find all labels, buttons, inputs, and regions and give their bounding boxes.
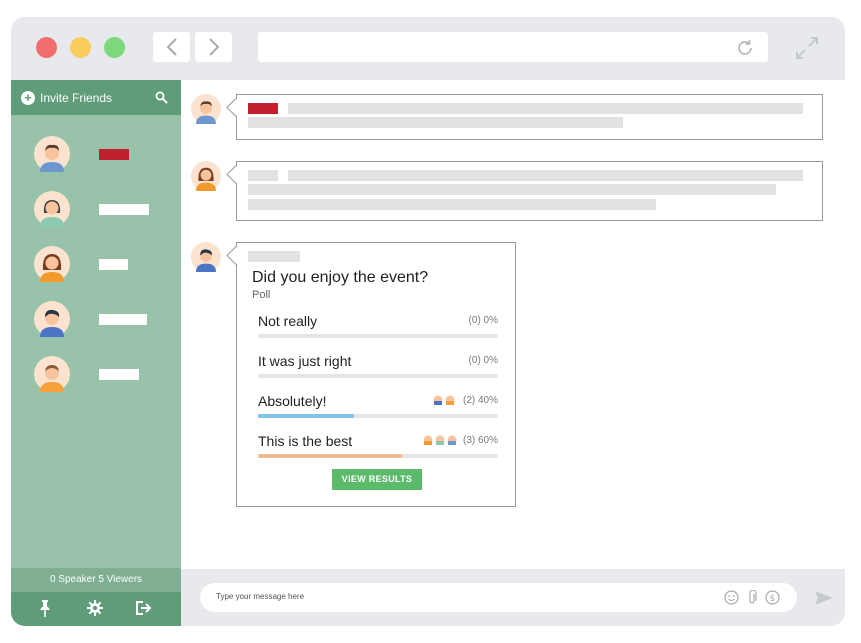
poll-progress-track [258,414,498,418]
zoom-window-button[interactable] [104,37,125,58]
expand-icon[interactable] [794,35,820,61]
poll-option[interactable]: It was just right (0) 0% [258,353,498,383]
gear-icon[interactable] [87,600,103,616]
participant-name [99,149,129,160]
avatar [191,161,221,191]
participant-row[interactable] [34,246,174,282]
chat-area: Did you enjoy the event? Poll Not really… [181,80,845,569]
poll-subtitle: Poll [252,289,271,301]
poll-option-label: Not really [258,313,318,329]
participant-row[interactable] [34,356,174,392]
viewer-count: 0 Speaker 5 Viewers [11,568,181,592]
send-icon[interactable] [814,590,834,606]
voter-avatars [423,435,457,445]
avatar [34,191,70,227]
view-results-button[interactable]: VIEW RESULTS [332,469,422,490]
address-bar[interactable] [258,32,768,62]
dollar-icon[interactable]: $ [765,590,780,605]
participant-name [99,259,128,270]
poll-option-label: Absolutely! [258,393,327,409]
sidebar-toolbar [11,592,181,626]
chat-message [226,161,823,221]
message-line [288,170,803,181]
sender-name [248,170,278,181]
search-icon[interactable] [155,91,168,104]
emoji-icon[interactable] [724,590,739,605]
message-line [248,184,776,195]
poll-option-stat: (0) 0% [468,355,498,366]
invite-friends-bar[interactable]: + Invite Friends [11,80,181,115]
avatar [191,94,221,124]
pin-icon[interactable] [39,600,51,617]
message-composer: Type your message here $ [181,569,845,626]
plus-icon: + [21,91,35,105]
exit-icon[interactable] [135,600,152,616]
forward-button[interactable] [195,32,232,62]
poll-progress-track [258,374,498,378]
participant-name [99,369,139,380]
poll-progress-fill [258,454,402,458]
avatar [34,356,70,392]
participant-row[interactable] [34,301,174,337]
message-line [248,117,623,128]
poll-question: Did you enjoy the event? [252,269,429,286]
message-placeholder: Type your message here [216,592,305,601]
poll-progress-track [258,334,498,338]
chat-message [226,94,823,140]
voter-avatars [433,395,455,405]
poll-option-stat: (0) 0% [468,315,498,326]
browser-window: + Invite Friends 0 Speaker 5 Viewers Did… [11,17,845,626]
poll-option[interactable]: Absolutely! (2) 40% [258,393,498,423]
poll-option-stat: (2) 40% [462,395,498,406]
participant-name [99,314,147,325]
avatar [34,301,70,337]
poll-option[interactable]: Not really (0) 0% [258,313,498,343]
close-window-button[interactable] [36,37,57,58]
poll-card: Did you enjoy the event? Poll Not really… [226,242,516,507]
poll-progress-fill [258,414,354,418]
svg-text:$: $ [770,594,776,604]
sidebar-footer: 0 Speaker 5 Viewers [11,568,181,626]
sender-name [248,251,300,262]
poll-option-label: It was just right [258,353,352,369]
minimize-window-button[interactable] [70,37,91,58]
poll-option[interactable]: This is the best (3) 60% [258,433,498,463]
attachment-icon[interactable] [747,590,757,606]
reload-icon[interactable] [735,38,755,58]
sender-name [248,103,278,114]
avatar [191,242,221,272]
message-input[interactable]: Type your message here $ [200,583,797,612]
message-line [248,199,656,210]
poll-option-label: This is the best [258,433,353,449]
chevron-left-icon [166,38,177,56]
participant-row[interactable] [34,191,174,227]
invite-friends-label: Invite Friends [40,91,113,105]
message-line [288,103,803,114]
back-button[interactable] [153,32,190,62]
poll-option-stat: (3) 60% [462,435,498,446]
avatar [34,246,70,282]
avatar [34,136,70,172]
participant-name [99,204,149,215]
sidebar: + Invite Friends 0 Speaker 5 Viewers [11,80,181,626]
chevron-right-icon [208,38,219,56]
poll-progress-track [258,454,498,458]
participant-row[interactable] [34,136,174,172]
